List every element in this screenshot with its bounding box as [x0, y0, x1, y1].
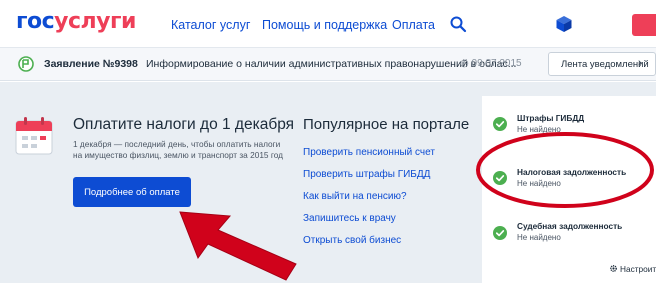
gear-icon — [610, 265, 617, 272]
notification-feed-label: Лента уведомлений — [561, 59, 649, 70]
popular-link-business[interactable]: Открыть свой бизнес — [303, 235, 401, 246]
nav-catalog[interactable]: Каталог услуг — [171, 18, 250, 32]
annotation-arrow — [179, 211, 297, 281]
notification-feed-button[interactable]: Лента уведомлений › — [548, 52, 656, 76]
popular-title: Популярное на портале — [303, 116, 470, 133]
popular-link-pension-account[interactable]: Проверить пенсионный счет — [303, 147, 435, 158]
menu-icon[interactable] — [632, 14, 656, 36]
settings-label: Настроить — [620, 264, 656, 274]
status-item-value: Не найдено — [517, 233, 561, 242]
notification-date-value: 09.07.2015 — [471, 58, 522, 69]
check-icon — [493, 226, 507, 240]
application-status-icon — [18, 56, 34, 72]
tax-description: 1 декабря — последний день, чтобы оплати… — [73, 139, 283, 160]
logo-part-gos: гос — [16, 9, 55, 34]
notification-bar[interactable]: Заявление №9398 Информирование о наличии… — [0, 48, 656, 81]
annotation-ellipse — [476, 132, 654, 208]
logo[interactable]: госуслуги — [16, 9, 136, 34]
clock-icon: ◷ — [460, 58, 472, 69]
chevron-right-icon: › — [638, 57, 642, 69]
popular-link-traffic-fines[interactable]: Проверить штрафы ГИБДД — [303, 169, 430, 180]
search-icon[interactable] — [449, 15, 467, 33]
calendar-icon — [15, 117, 53, 155]
notification-date: ◷ 09.07.2015 — [460, 58, 522, 69]
profile-icon[interactable] — [555, 15, 573, 33]
status-item-title[interactable]: Судебная задолженность — [517, 221, 622, 231]
popular-link-doctor[interactable]: Запишитесь к врачу — [303, 213, 396, 224]
settings-link[interactable]: Настроить — [609, 264, 656, 274]
application-number: Заявление №9398 — [44, 58, 138, 70]
status-item-title[interactable]: Штрафы ГИБДД — [517, 113, 584, 123]
nav-payment[interactable]: Оплата — [392, 18, 435, 32]
nav-help[interactable]: Помощь и поддержка — [262, 18, 387, 32]
header: госуслуги Каталог услуг Помощь и поддерж… — [0, 0, 656, 48]
logo-part-uslugi: услуги — [54, 9, 136, 34]
tax-title: Оплатите налоги до 1 декабря — [73, 116, 295, 133]
popular-link-retirement[interactable]: Как выйти на пенсию? — [303, 191, 407, 202]
